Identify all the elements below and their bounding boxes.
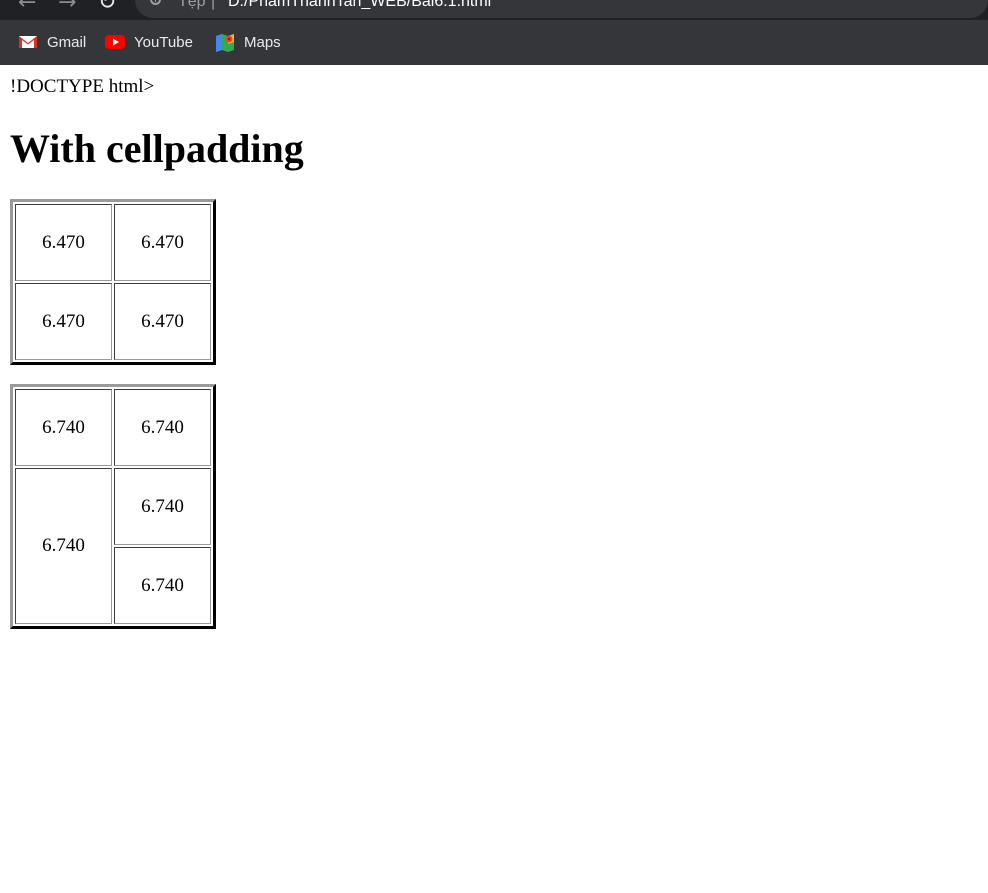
doctype-text: !DOCTYPE html> [10,76,155,97]
page-title: With cellpadding [10,126,304,171]
table-row: 6.470 6.470 [15,204,211,281]
url-separator: | [211,0,216,10]
bookmark-label: Gmail [47,33,87,51]
back-arrow-icon[interactable]: ← [18,0,36,14]
url-text[interactable]: D:/PhamThanhTan_WEB/Bai6.1.html [228,0,491,12]
url-scheme-label: Tệp [178,0,206,10]
bookmark-label: YouTube [134,33,193,51]
table-cell: 6.740 [15,389,112,466]
bookmark-maps[interactable]: Maps [215,31,281,53]
table-row: 6.470 6.470 [15,283,211,360]
table-row: 6.740 6.740 [15,389,211,466]
table-cell: 6.470 [15,204,112,281]
table-cell: 6.470 [114,283,211,360]
table-cell: 6.740 [114,468,211,545]
cellpadding-table-1: 6.470 6.470 6.470 6.470 [10,199,216,365]
forward-arrow-icon[interactable]: → [58,0,76,14]
bookmarks-bar: Gmail YouTube Maps [0,20,988,65]
maps-icon [215,34,235,52]
table-cell: 6.740 [114,389,211,466]
browser-toolbar: ← → ↻ Tệp | D:/PhamThanhTan_WEB/Bai6.1.h… [0,0,988,20]
bookmark-label: Maps [244,33,281,51]
rowspan-table-2: 6.740 6.740 6.740 6.740 6.740 [10,384,216,629]
reload-icon[interactable]: ↻ [98,0,116,14]
table-cell: 6.470 [15,283,112,360]
table-cell: 6.740 [114,547,211,624]
youtube-icon [105,34,125,50]
gmail-icon [18,34,38,50]
bookmark-gmail[interactable]: Gmail [18,31,86,53]
table-cell: 6.470 [114,204,211,281]
table-cell-rowspan: 6.740 [15,468,112,624]
table-row: 6.740 6.740 [15,468,211,624]
bookmark-youtube[interactable]: YouTube [105,31,193,53]
